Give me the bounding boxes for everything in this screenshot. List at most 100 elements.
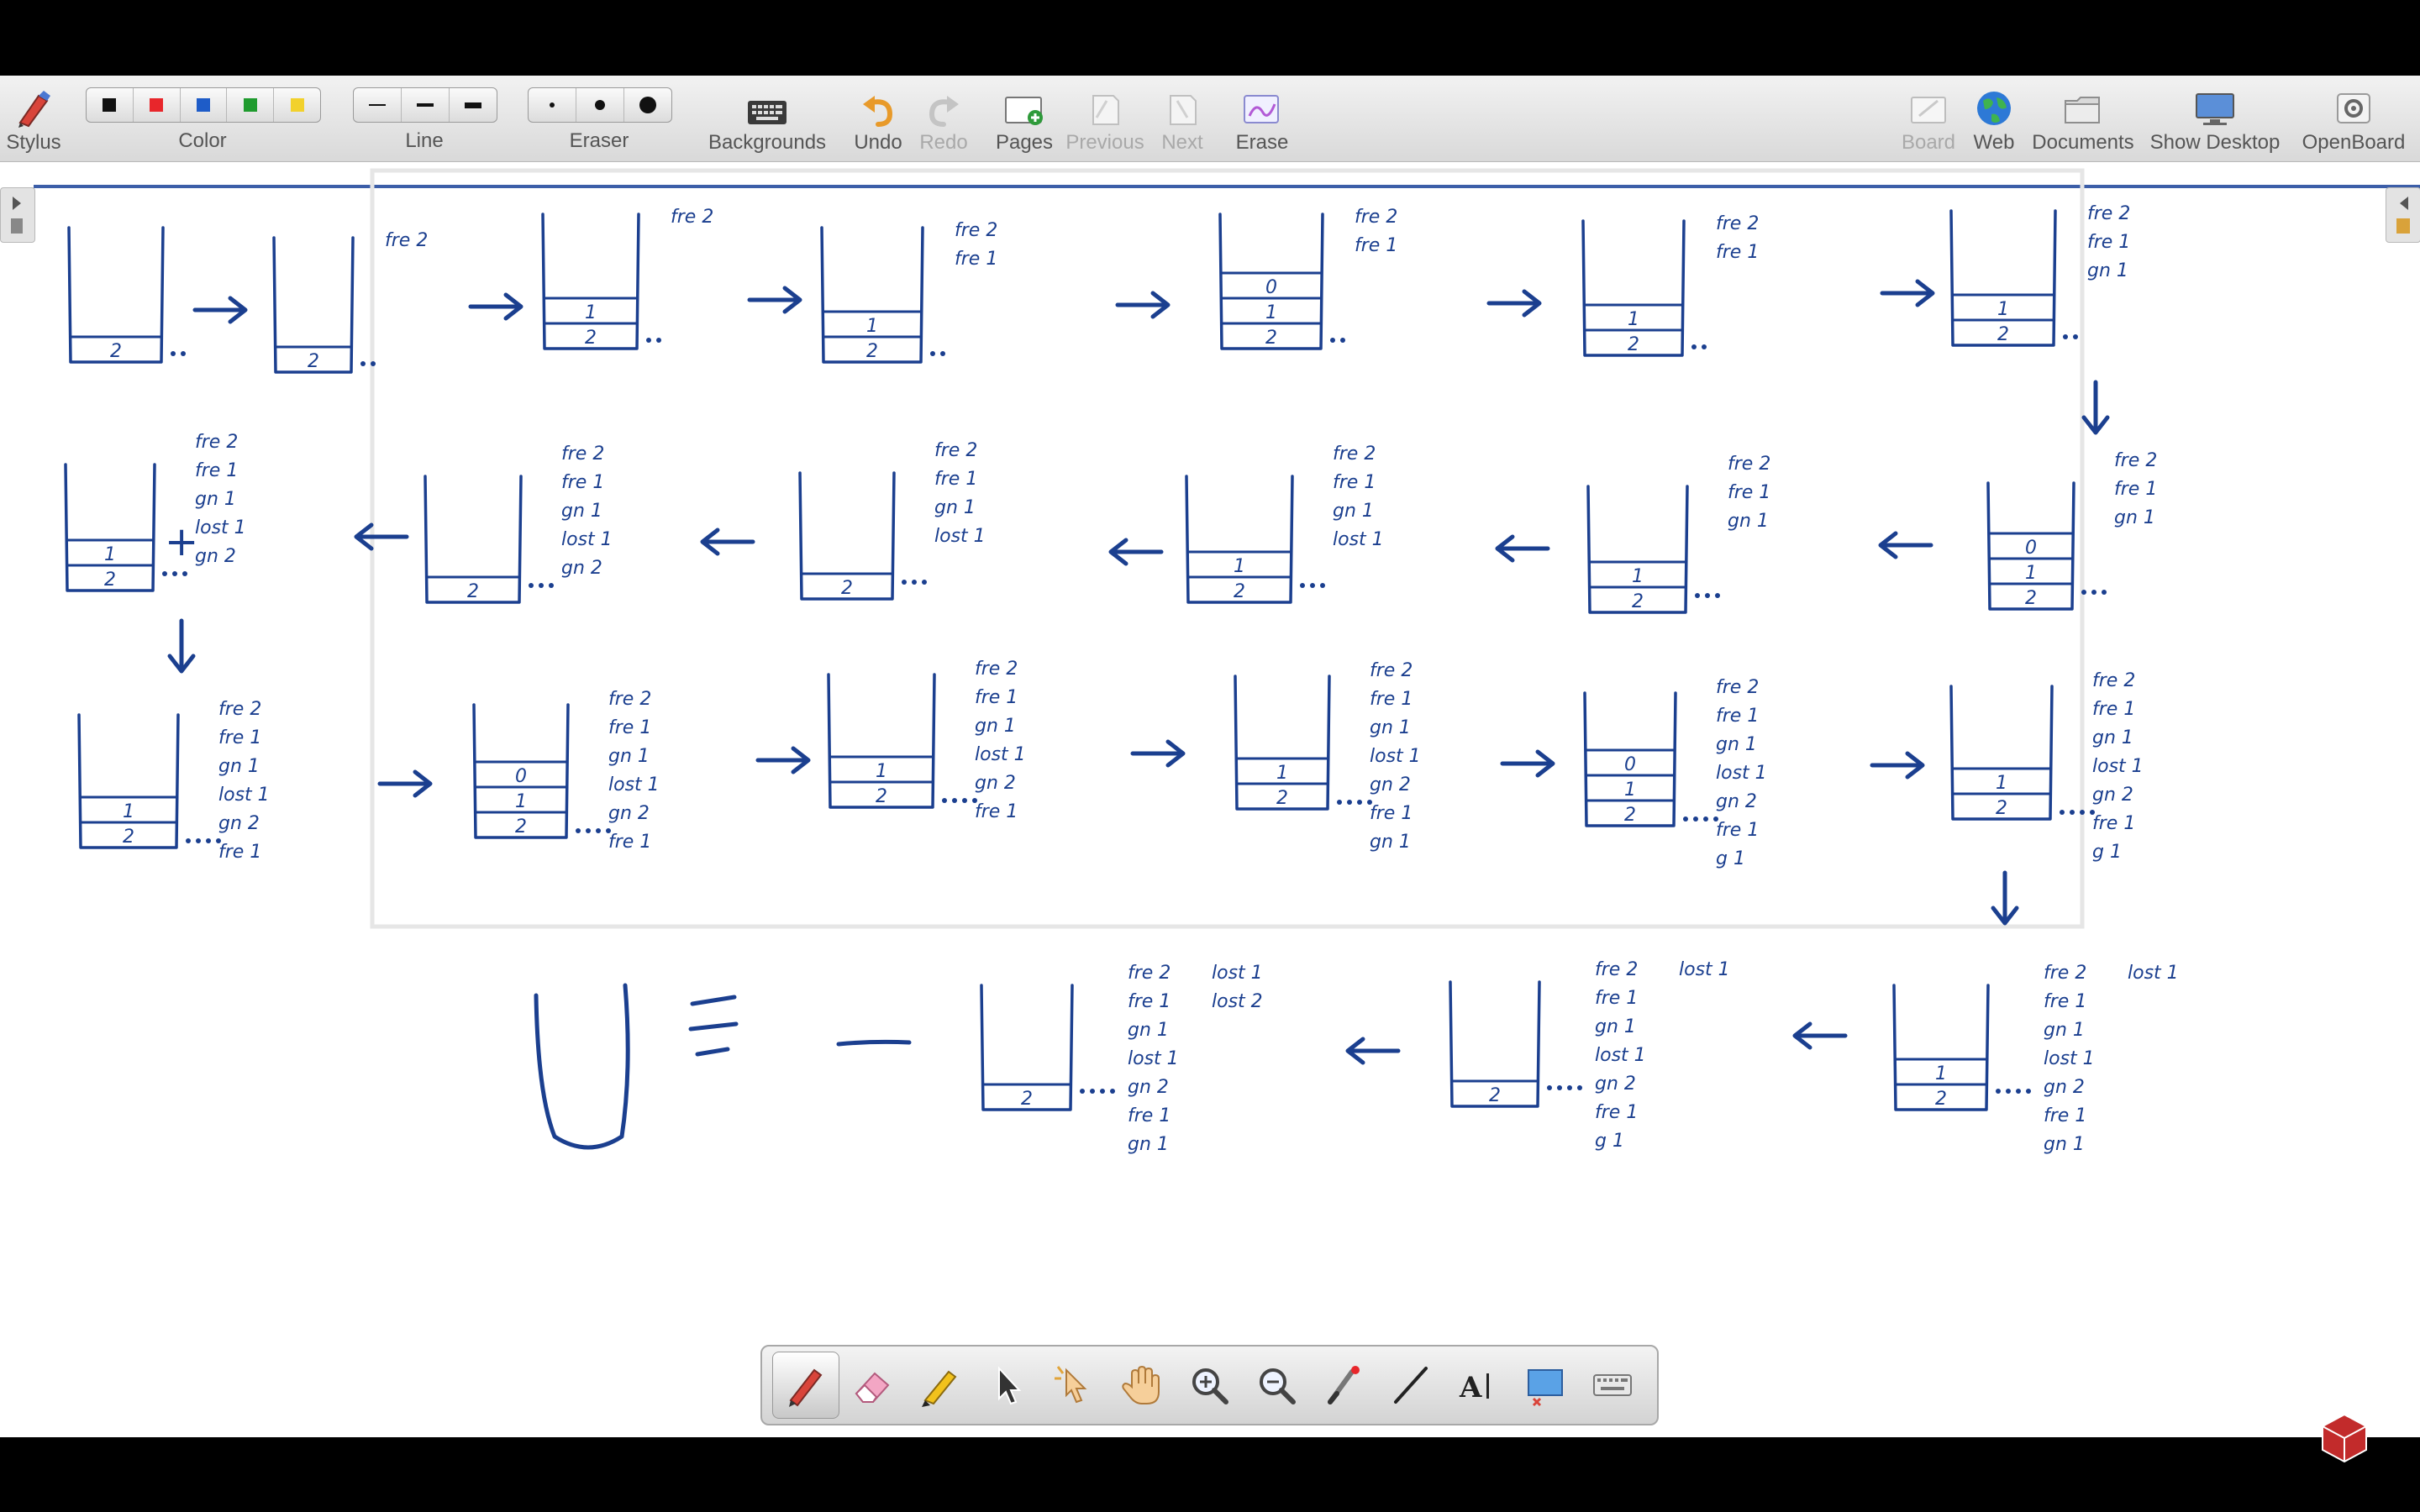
pen-tool[interactable] — [772, 1352, 839, 1419]
stack-notes: gn 2 — [1370, 774, 1411, 795]
undo-button[interactable]: Undo — [847, 76, 909, 161]
arrow-left-4 — [354, 522, 409, 551]
openboard-label: OpenBoard — [2302, 131, 2406, 154]
stack-notes: fre 2 — [934, 440, 977, 461]
zoom-out-icon — [1260, 1368, 1296, 1404]
highlighter-tool[interactable] — [907, 1352, 974, 1419]
line-label: Line — [405, 129, 444, 152]
stack-notes: gn 1 — [2044, 1134, 2085, 1155]
stack-notes: gn 2 — [608, 803, 650, 824]
stack-notes: gn 1 — [2044, 1020, 2085, 1041]
redo-label: Redo — [919, 131, 968, 154]
hand-icon — [1122, 1365, 1160, 1404]
stack-notes-extra: lost 1 — [1212, 963, 1263, 984]
stack-dots — [2016, 1089, 2021, 1094]
right-panel-toggle[interactable] — [2386, 187, 2420, 243]
show-desktop-button[interactable]: Show Desktop — [2148, 76, 2282, 161]
line-tool[interactable] — [1377, 1352, 1444, 1419]
zoom-out-tool[interactable] — [1243, 1352, 1310, 1419]
stack-dots — [2080, 810, 2085, 815]
web-button[interactable]: Web — [1965, 76, 2023, 161]
next-label: Next — [1161, 131, 1203, 154]
stack-r2-4-cell-value: 2 — [467, 581, 479, 602]
stack-notes: fre 1 — [975, 687, 1018, 708]
stack-notes: gn 1 — [975, 716, 1016, 737]
stack-dots — [586, 828, 591, 833]
erase-button[interactable]: Erase — [1232, 76, 1292, 161]
chevron-right-icon — [11, 197, 23, 234]
text-tool[interactable]: A — [1444, 1352, 1512, 1419]
stack-r3-1-cell-value: 0 — [515, 766, 527, 787]
eraser-tool[interactable] — [839, 1352, 907, 1419]
pages-button[interactable]: Pages — [993, 76, 1055, 161]
stack-notes: g 1 — [1716, 848, 1745, 869]
stack-notes: fre 1 — [1333, 472, 1376, 493]
redo-button[interactable]: Redo — [914, 76, 973, 161]
play-tool[interactable] — [1041, 1352, 1108, 1419]
previous-label: Previous — [1065, 131, 1144, 154]
stack-r4-2-cell-value: 2 — [1021, 1089, 1033, 1110]
backgrounds-button[interactable]: Backgrounds — [706, 76, 829, 161]
stack-dots — [962, 798, 967, 803]
board-button[interactable]: Board — [1897, 76, 1960, 161]
stack-notes: gn 1 — [934, 497, 976, 518]
stack-dots — [942, 798, 947, 803]
stack-r1-4-cell-value: 1 — [1265, 302, 1277, 323]
line-thin[interactable] — [354, 88, 402, 122]
stack-dots — [1320, 583, 1325, 588]
stack-r1-2-cell-value: 1 — [585, 302, 597, 323]
eraser-large[interactable] — [624, 88, 671, 122]
eraser-medium[interactable] — [576, 88, 624, 122]
stack-notes: gn 1 — [218, 756, 260, 777]
stack-r3-1-cell-value: 2 — [515, 816, 527, 837]
color-picker — [86, 87, 321, 123]
whiteboard-canvas[interactable]: 2 2 fre 2 2 1 fre 2 2 1 fre 2 fre 1 2 1 0 fre 2 fre 1 2… — [0, 162, 2420, 1437]
stack-dots — [1557, 1085, 1562, 1090]
pages-icon — [1005, 97, 1043, 125]
color-swatch-yellow[interactable] — [274, 88, 320, 122]
stack-dots — [549, 583, 554, 588]
zoom-in-icon — [1192, 1368, 1228, 1404]
color-swatch-red[interactable] — [134, 88, 181, 122]
stack-notes: fre 1 — [1128, 991, 1171, 1012]
stack-notes: gn 1 — [561, 501, 602, 522]
color-swatch-green[interactable] — [227, 88, 275, 122]
stack-dots — [930, 351, 935, 356]
stack-notes: fre 2 — [955, 220, 997, 241]
stack-dots — [1715, 593, 1720, 598]
stack-r3-4-cell-value: 1 — [1624, 780, 1636, 801]
stack-r2-3-cell-value: 2 — [841, 578, 853, 599]
stack-r3-5-cell-value: 1 — [1996, 773, 2007, 794]
stack-notes: fre 2 — [195, 432, 238, 453]
gear-icon — [2337, 93, 2370, 123]
capture-tool[interactable] — [1512, 1352, 1579, 1419]
virtual-keyboard-tool[interactable] — [1579, 1352, 1646, 1419]
folder-icon — [2065, 97, 2100, 123]
openboard-menu-button[interactable]: OpenBoard — [2287, 76, 2420, 161]
arrow-left-2 — [1108, 538, 1164, 566]
stylus-button[interactable]: Stylus — [0, 76, 67, 161]
zoom-in-tool[interactable] — [1176, 1352, 1243, 1419]
laser-pointer-tool[interactable] — [1310, 1352, 1377, 1419]
color-swatch-blue[interactable] — [181, 88, 228, 122]
stack-notes: fre 2 — [1370, 660, 1413, 681]
left-panel-toggle[interactable] — [0, 187, 35, 243]
hand-tool[interactable] — [1108, 1352, 1176, 1419]
stack-r3-1-cell-value: 1 — [515, 791, 527, 812]
line-medium[interactable] — [402, 88, 450, 122]
next-button[interactable]: Next — [1155, 76, 1210, 161]
color-swatch-black[interactable] — [87, 88, 134, 122]
stack-notes: fre 2 — [1728, 454, 1770, 475]
stack-r1-3-cell-value: 2 — [866, 341, 878, 362]
stack-dots — [206, 838, 211, 843]
stack-notes: fre 2 — [975, 659, 1018, 680]
stack-notes: fre 1 — [608, 832, 651, 853]
line-thick[interactable] — [450, 88, 497, 122]
previous-page-icon — [1092, 95, 1119, 125]
previous-button[interactable]: Previous — [1064, 76, 1146, 161]
selector-tool[interactable] — [974, 1352, 1041, 1419]
stack-notes: fre 1 — [1355, 235, 1397, 256]
eraser-small[interactable] — [529, 88, 576, 122]
documents-button[interactable]: Documents — [2028, 76, 2138, 161]
stack-dots — [529, 583, 534, 588]
